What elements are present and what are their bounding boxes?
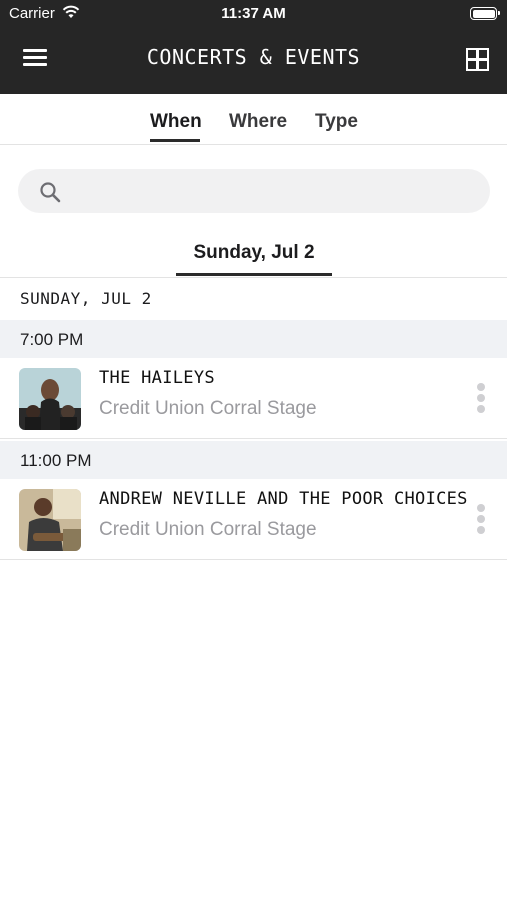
search-icon xyxy=(40,182,61,203)
day-header: SUNDAY, JUL 2 xyxy=(20,289,152,308)
status-bar: Carrier 11:37 AM xyxy=(0,0,507,28)
event-venue: Credit Union Corral Stage xyxy=(99,398,317,419)
time-header: 7:00 PM xyxy=(0,320,507,358)
search-input[interactable] xyxy=(74,169,478,215)
time-header: 11:00 PM xyxy=(0,441,507,479)
tab-when[interactable]: When xyxy=(150,111,202,133)
tab-indicator xyxy=(150,139,200,142)
clock: 11:37 AM xyxy=(221,5,286,22)
search-bar xyxy=(18,169,490,215)
event-venue: Credit Union Corral Stage xyxy=(99,519,317,540)
filter-tabs: When Where Type xyxy=(0,94,507,145)
date-tab[interactable]: Sunday, Jul 2 xyxy=(176,242,332,264)
event-row[interactable]: THE HAILEYS Credit Union Corral Stage xyxy=(0,358,507,439)
event-row[interactable]: ANDREW NEVILLE AND THE POOR CHOICES Cred… xyxy=(0,479,507,560)
event-thumbnail xyxy=(19,368,81,430)
grid-view-icon[interactable] xyxy=(466,48,489,71)
tab-type[interactable]: Type xyxy=(315,111,358,133)
time-label: 11:00 PM xyxy=(20,451,92,470)
event-name: ANDREW NEVILLE AND THE POOR CHOICES xyxy=(99,489,468,509)
battery-icon xyxy=(470,7,500,20)
page-title: CONCERTS & EVENTS xyxy=(146,45,361,69)
time-label: 7:00 PM xyxy=(20,330,84,349)
divider xyxy=(0,277,507,278)
tab-where[interactable]: Where xyxy=(229,111,287,133)
more-options-icon[interactable] xyxy=(476,504,486,538)
event-name: THE HAILEYS xyxy=(99,368,215,388)
event-thumbnail xyxy=(19,489,81,551)
app-header: Carrier 11:37 AM CONCERTS & EVENTS xyxy=(0,0,507,94)
date-tab-indicator xyxy=(176,273,332,276)
more-options-icon[interactable] xyxy=(476,383,486,417)
